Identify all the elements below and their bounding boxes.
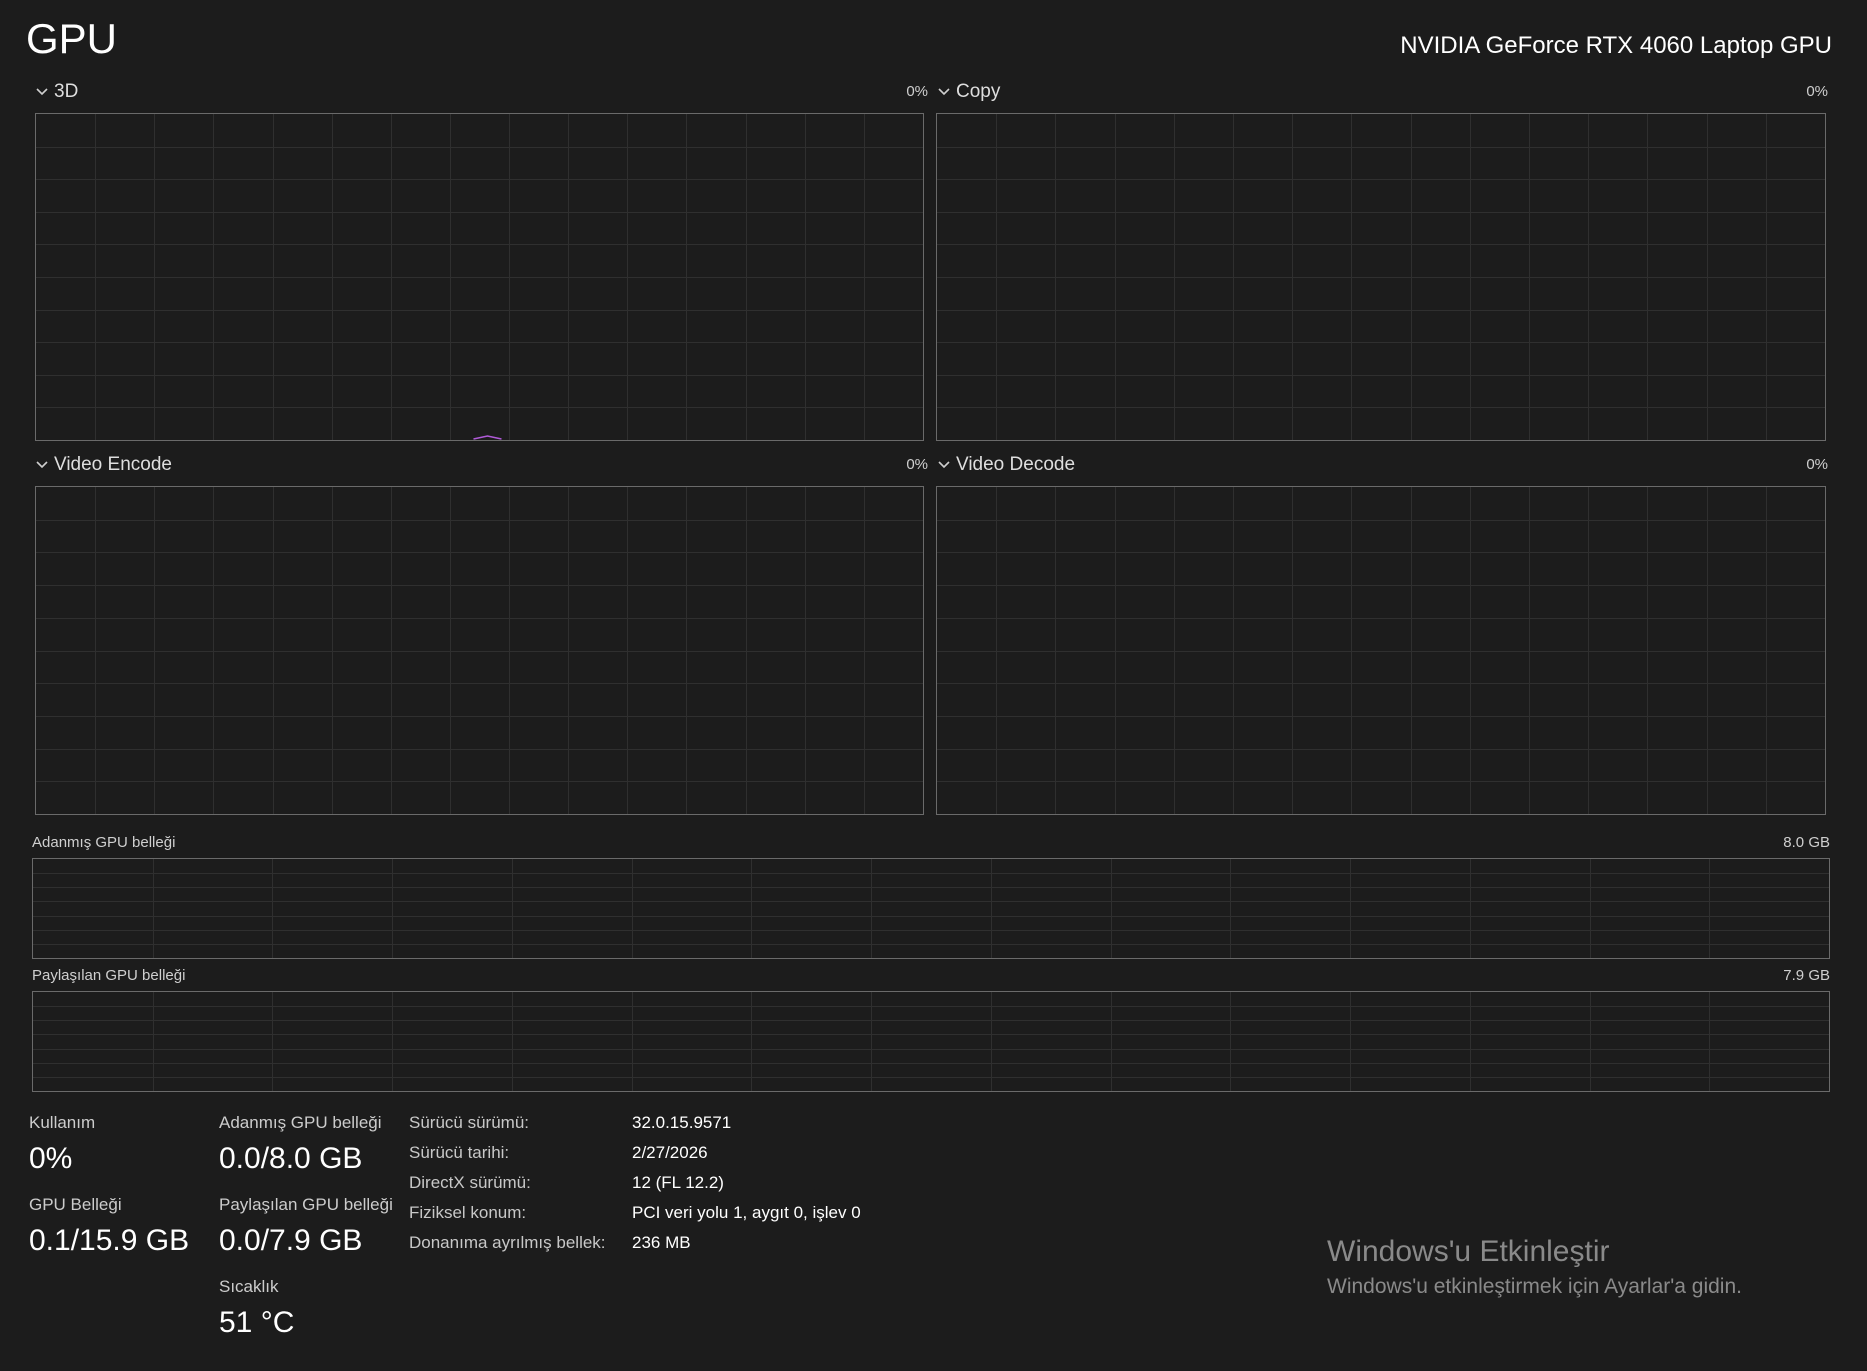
engine-label: Video Encode [54,454,172,475]
engine-label: Copy [956,81,1001,102]
graph-grid [33,992,1829,1091]
shared-memory-value: 0.0/7.9 GB [219,1224,363,1257]
shared-memory-label: Paylaşılan GPU belleği [219,1195,393,1214]
engine-percent-video-decode: 0% [1806,456,1828,473]
gpu-device-name: NVIDIA GeForce RTX 4060 Laptop GPU [1400,32,1832,59]
graph-grid [937,114,1825,440]
temperature-value: 51 °C [219,1306,295,1339]
chevron-down-icon [36,88,48,96]
hardware-reserved-memory-value: 236 MB [632,1233,691,1252]
dedicated-memory-value: 0.0/8.0 GB [219,1142,363,1175]
gpu-memory-label: GPU Belleği [29,1195,122,1214]
engine-selector-copy[interactable]: Copy [936,80,1000,104]
dedicated-memory-graph-label: Adanmış GPU belleği [32,834,176,851]
activation-watermark-subtitle: Windows'u etkinleştirmek için Ayarlar'a … [1327,1275,1742,1298]
engine-selector-video-encode[interactable]: Video Encode [34,453,172,477]
engine-label: Video Decode [956,454,1076,475]
graph-grid [937,487,1825,814]
engine-percent-3d: 0% [906,83,928,100]
graph-shared-memory [32,991,1830,1092]
utilization-label: Kullanım [29,1113,96,1132]
graph-video-encode [35,486,924,815]
usage-line [473,435,502,440]
engine-percent-video-encode: 0% [906,456,928,473]
activation-watermark-title: Windows'u Etkinleştir [1327,1235,1610,1268]
directx-version-value: 12 (FL 12.2) [632,1173,724,1192]
shared-memory-graph-max: 7.9 GB [1783,967,1830,984]
physical-location-key: Fiziksel konum: [409,1203,527,1222]
directx-version-key: DirectX sürümü: [409,1173,531,1192]
graph-video-decode [936,486,1826,815]
graph-dedicated-memory [32,858,1830,959]
physical-location-value: PCI veri yolu 1, aygıt 0, işlev 0 [632,1203,861,1222]
chevron-down-icon [938,88,950,96]
dedicated-memory-graph-max: 8.0 GB [1783,834,1830,851]
engine-label: 3D [54,81,79,102]
graph-grid [33,859,1829,958]
utilization-value: 0% [29,1142,73,1175]
chevron-down-icon [938,461,950,469]
driver-version-value: 32.0.15.9571 [632,1113,732,1132]
hardware-reserved-memory-key: Donanıma ayrılmış bellek: [409,1233,606,1252]
temperature-label: Sıcaklık [219,1277,279,1296]
dedicated-memory-label: Adanmış GPU belleği [219,1113,382,1132]
driver-version-key: Sürücü sürümü: [409,1113,529,1132]
graph-grid [36,114,923,440]
driver-date-key: Sürücü tarihi: [409,1143,510,1162]
page-title: GPU [26,15,118,62]
engine-selector-3d[interactable]: 3D [34,80,78,104]
chevron-down-icon [36,461,48,469]
engine-selector-video-decode[interactable]: Video Decode [936,453,1075,477]
gpu-memory-value: 0.1/15.9 GB [29,1224,190,1257]
shared-memory-graph-label: Paylaşılan GPU belleği [32,967,186,984]
graph-3d [35,113,924,441]
driver-date-value: 2/27/2026 [632,1143,708,1162]
graph-grid [36,487,923,814]
graph-copy [936,113,1826,441]
engine-percent-copy: 0% [1806,83,1828,100]
